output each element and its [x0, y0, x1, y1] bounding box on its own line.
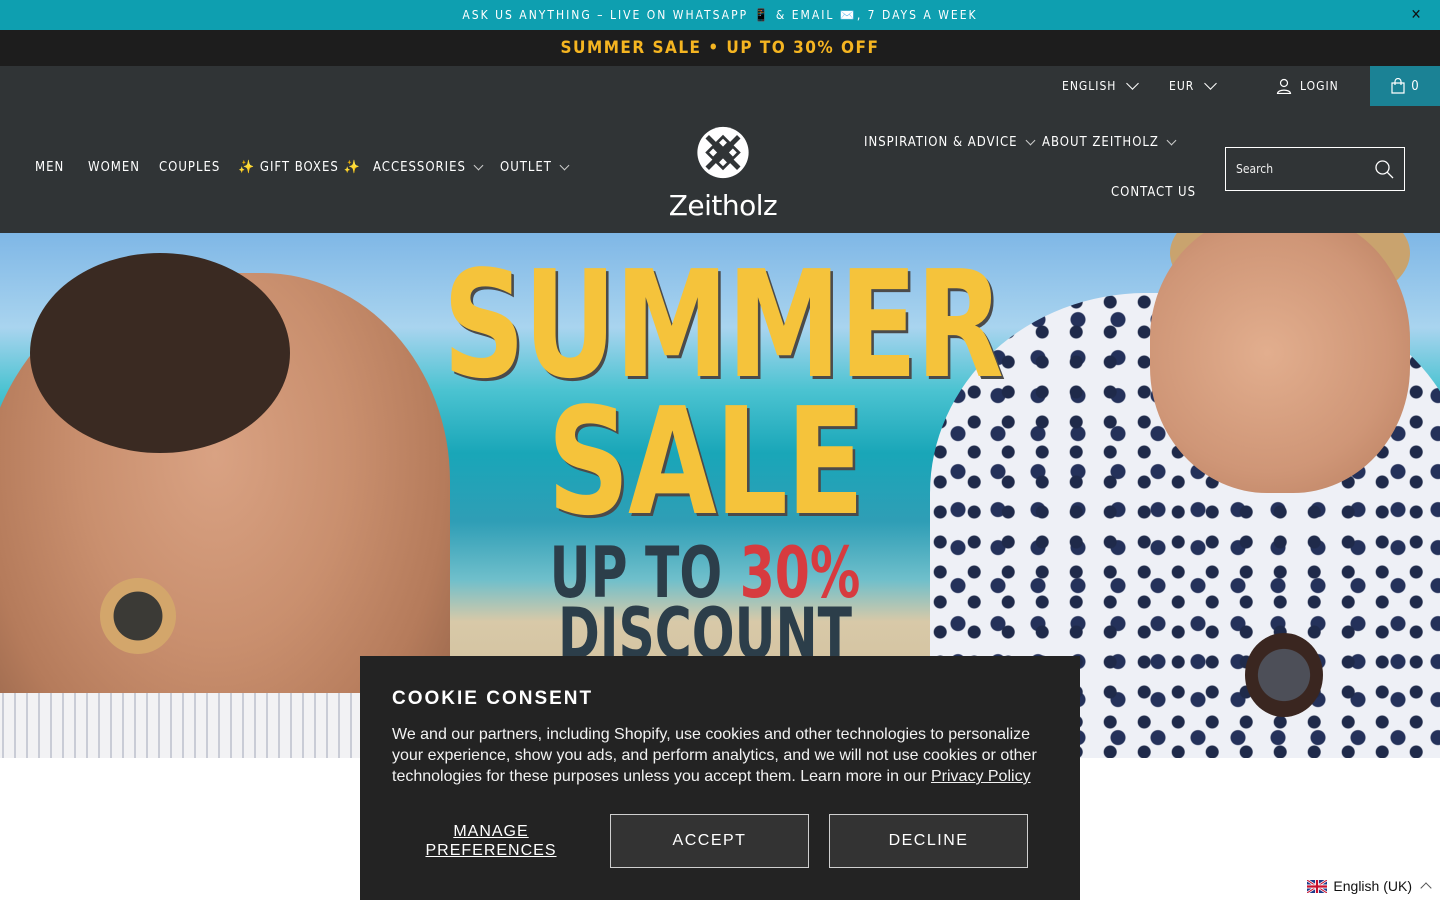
nav-gift-boxes[interactable]: ✨ GIFT BOXES ✨	[238, 160, 361, 175]
nav-contact-label: CONTACT US	[1111, 185, 1197, 200]
language-selector[interactable]: ENGLISH	[1062, 66, 1140, 106]
utility-bar: ENGLISH EUR LOGIN 0	[0, 66, 1440, 106]
nav-about[interactable]: ABOUT ZEITHOLZ	[1042, 135, 1177, 150]
uk-flag-icon	[1307, 879, 1328, 893]
nav-couples[interactable]: COUPLES	[159, 160, 220, 175]
nav-accessories-label: ACCESSORIES	[373, 160, 466, 175]
chevron-down-icon	[559, 160, 570, 171]
search-input[interactable]: Search	[1225, 147, 1405, 191]
nav-about-label: ABOUT ZEITHOLZ	[1042, 135, 1159, 150]
chevron-down-icon	[1126, 77, 1140, 90]
chevron-down-icon	[1166, 135, 1177, 146]
currency-label: EUR	[1169, 79, 1195, 93]
nav-inspiration[interactable]: INSPIRATION & ADVICE	[864, 135, 1036, 150]
cart-count: 0	[1411, 78, 1419, 94]
main-navigation: MEN WOMEN COUPLES ✨ GIFT BOXES ✨ ACCESSO…	[0, 106, 1440, 233]
chevron-up-icon	[1420, 882, 1432, 894]
cookie-body: We and our partners, including Shopify, …	[392, 724, 1048, 787]
nav-men[interactable]: MEN	[35, 160, 64, 175]
search-icon[interactable]	[1374, 159, 1394, 179]
cart-button[interactable]: 0	[1370, 66, 1440, 106]
nav-men-label: MEN	[35, 160, 65, 175]
chevron-down-icon	[1204, 77, 1218, 90]
language-switcher[interactable]: English (UK)	[1301, 876, 1436, 896]
logo-mark-icon	[697, 126, 749, 179]
wooden-watch-image	[100, 578, 176, 654]
cookie-title: COOKIE CONSENT	[392, 688, 594, 709]
nav-outlet[interactable]: OUTLET	[500, 160, 570, 175]
shopping-bag-icon	[1391, 78, 1405, 94]
login-link[interactable]: LOGIN	[1276, 66, 1339, 106]
nav-contact[interactable]: CONTACT US	[1111, 185, 1196, 200]
nav-inspiration-label: INSPIRATION & ADVICE	[864, 135, 1018, 150]
chevron-down-icon	[473, 160, 484, 171]
sale-banner-text: SUMMER SALE • UP TO 30% OFF	[560, 38, 880, 58]
hero-woman-dress	[0, 693, 400, 758]
language-switcher-label: English (UK)	[1333, 878, 1412, 894]
announcement-bar: ASK US ANYTHING – LIVE ON WHATSAPP 📱 & E…	[0, 0, 1440, 30]
nav-women-label: WOMEN	[88, 160, 140, 175]
nav-outlet-label: OUTLET	[500, 160, 552, 175]
privacy-policy-link[interactable]: Privacy Policy	[931, 768, 1031, 785]
hero-headline: SUMMER SALE UP TO 30% DISCOUNT	[400, 239, 1010, 668]
chevron-down-icon	[1025, 135, 1036, 146]
nav-gift-boxes-label: ✨ GIFT BOXES ✨	[238, 160, 361, 175]
logo-text: Zeitholz	[668, 189, 778, 222]
language-label: ENGLISH	[1062, 79, 1117, 93]
cookie-consent-dialog: COOKIE CONSENT We and our partners, incl…	[360, 656, 1080, 900]
currency-selector[interactable]: EUR	[1169, 66, 1218, 106]
hero-woman-hair	[30, 253, 290, 453]
decline-button[interactable]: DECLINE	[829, 814, 1028, 868]
manage-preferences-button[interactable]: MANAGE PREFERENCES	[392, 814, 590, 868]
close-icon[interactable]: ✕	[1408, 5, 1426, 25]
hero-man-head	[1150, 233, 1410, 493]
sale-banner[interactable]: SUMMER SALE • UP TO 30% OFF	[0, 30, 1440, 66]
nav-women[interactable]: WOMEN	[88, 160, 140, 175]
user-icon	[1276, 78, 1292, 94]
search-placeholder: Search	[1236, 162, 1274, 176]
cookie-actions: MANAGE PREFERENCES ACCEPT DECLINE	[392, 814, 1048, 868]
dark-wooden-watch-image	[1245, 633, 1323, 717]
login-label: LOGIN	[1300, 79, 1339, 93]
hero-line-sale: SALE	[547, 375, 864, 548]
hero-line-summer: SUMMER	[442, 239, 1004, 411]
nav-accessories[interactable]: ACCESSORIES	[373, 160, 484, 175]
announcement-text: ASK US ANYTHING – LIVE ON WHATSAPP 📱 & E…	[462, 8, 978, 22]
site-logo[interactable]: Zeitholz	[665, 118, 781, 222]
nav-couples-label: COUPLES	[159, 160, 221, 175]
accept-button[interactable]: ACCEPT	[610, 814, 809, 868]
